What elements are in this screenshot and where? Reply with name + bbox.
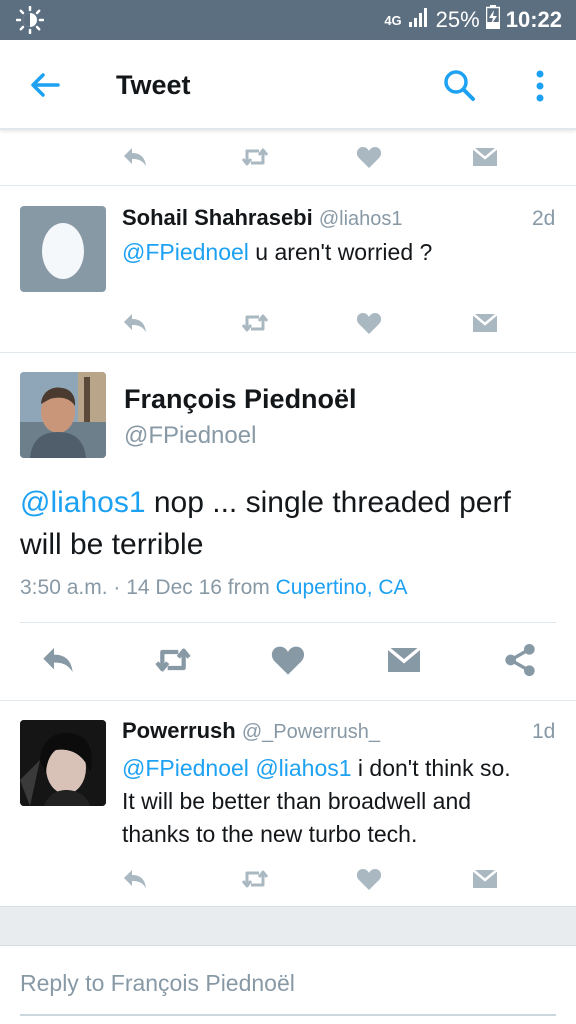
tweet-text: @FPiednoel u aren't worried ? [122, 239, 432, 266]
battery-percent: 25% [435, 7, 480, 32]
retweet-icon[interactable] [240, 864, 270, 894]
clock: 10:22 [505, 7, 562, 32]
tweet-actions-row [0, 308, 576, 348]
tweet-time: 2d [532, 207, 556, 230]
tweet-header: Sohail Shahrasebi @liahos1 [122, 205, 403, 231]
direct-message-icon[interactable] [470, 308, 500, 338]
retweet-icon[interactable] [152, 640, 192, 680]
share-icon[interactable] [500, 640, 540, 680]
status-bar: 4G 25% 10:22 [0, 0, 576, 40]
tweet-body-line2: It will be better than broadwell and [122, 788, 472, 814]
like-icon[interactable] [354, 308, 384, 338]
section-separator [0, 906, 576, 946]
tweet-text: @liahos1 nop ... single threaded perf wi… [20, 482, 560, 566]
more-vert-icon[interactable] [527, 68, 553, 104]
reply-icon[interactable] [120, 142, 150, 172]
divider [20, 622, 556, 623]
author-name[interactable]: François Piednoël [124, 384, 357, 415]
mention-link[interactable]: @FPiednoel [122, 755, 249, 781]
back-arrow-icon[interactable] [26, 66, 64, 104]
direct-message-icon[interactable] [384, 640, 424, 680]
mention-link[interactable]: @liahos1 [20, 486, 146, 519]
tweet-body: u aren't worried ? [248, 239, 433, 265]
avatar[interactable] [20, 372, 106, 458]
tweet-time: 1d [532, 720, 556, 743]
mention-link[interactable]: @liahos1 [255, 755, 351, 781]
tweet-body-line3: thanks to the new turbo tech. [122, 821, 418, 847]
direct-message-icon[interactable] [470, 864, 500, 894]
page-title: Tweet [116, 70, 191, 100]
author-handle[interactable]: @_Powerrush_ [242, 721, 380, 743]
reply-input-underline [20, 1014, 556, 1016]
reply-icon[interactable] [120, 864, 150, 894]
network-type: 4G [384, 12, 402, 28]
like-icon[interactable] [268, 640, 308, 680]
avatar[interactable] [20, 206, 106, 292]
author-name[interactable]: Powerrush [122, 718, 236, 743]
direct-message-icon[interactable] [470, 142, 500, 172]
from-label: from [227, 576, 270, 599]
tweet-timestamp[interactable]: 3:50 a.m. · 14 Dec 16 [20, 576, 222, 599]
tweet-text: @FPiednoel @liahos1 i don't think so. It… [122, 752, 562, 851]
author-handle[interactable]: @liahos1 [319, 208, 403, 230]
tweet-body-line2: will be terrible [20, 528, 204, 561]
reply-input[interactable]: Reply to François Piednoël [20, 970, 295, 997]
author-name[interactable]: Sohail Shahrasebi [122, 205, 313, 230]
main-tweet-actions [0, 640, 576, 684]
mention-link[interactable]: @FPiednoel [122, 239, 249, 265]
divider [0, 352, 576, 353]
tweet-body-line1: i don't think so. [351, 755, 511, 781]
divider [0, 185, 576, 186]
tweet-header: Powerrush @_Powerrush_ [122, 718, 380, 744]
author-handle[interactable]: @FPiednoel [124, 422, 256, 450]
divider [0, 700, 576, 701]
like-icon[interactable] [354, 142, 384, 172]
tweet-actions-row [0, 142, 576, 182]
retweet-icon[interactable] [240, 308, 270, 338]
retweet-icon[interactable] [240, 142, 270, 172]
location-link[interactable]: Cupertino, CA [276, 576, 408, 599]
like-icon[interactable] [354, 864, 384, 894]
app-bar: Tweet [0, 40, 576, 130]
avatar[interactable] [20, 720, 106, 806]
tweet-body-line1: nop ... single threaded perf [145, 486, 511, 519]
tweet-actions-row [0, 864, 576, 904]
brightness-icon [15, 5, 45, 39]
reply-icon[interactable] [38, 640, 78, 680]
battery-charging-icon [485, 5, 500, 35]
signal-icon [408, 6, 430, 34]
reply-icon[interactable] [120, 308, 150, 338]
tweet-meta: 3:50 a.m. · 14 Dec 16 from Cupertino, CA [20, 576, 408, 600]
search-icon[interactable] [440, 66, 480, 106]
